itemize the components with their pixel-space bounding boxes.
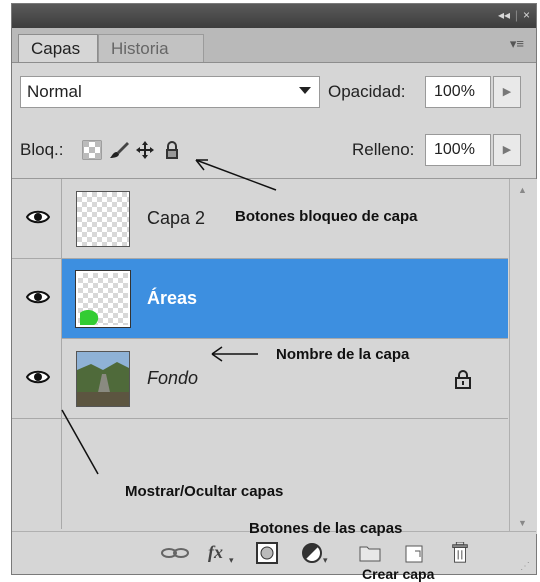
annotation-layer-buttons: Botones de las capas: [249, 520, 403, 537]
annotation-show-hide: Mostrar/Ocultar capas: [125, 483, 284, 500]
annotation-create-layer: Crear capa: [362, 566, 435, 582]
annotation-layer-name: Nombre de la capa: [276, 346, 410, 363]
annotation-lock-buttons: Botones bloqueo de capa: [235, 208, 418, 225]
